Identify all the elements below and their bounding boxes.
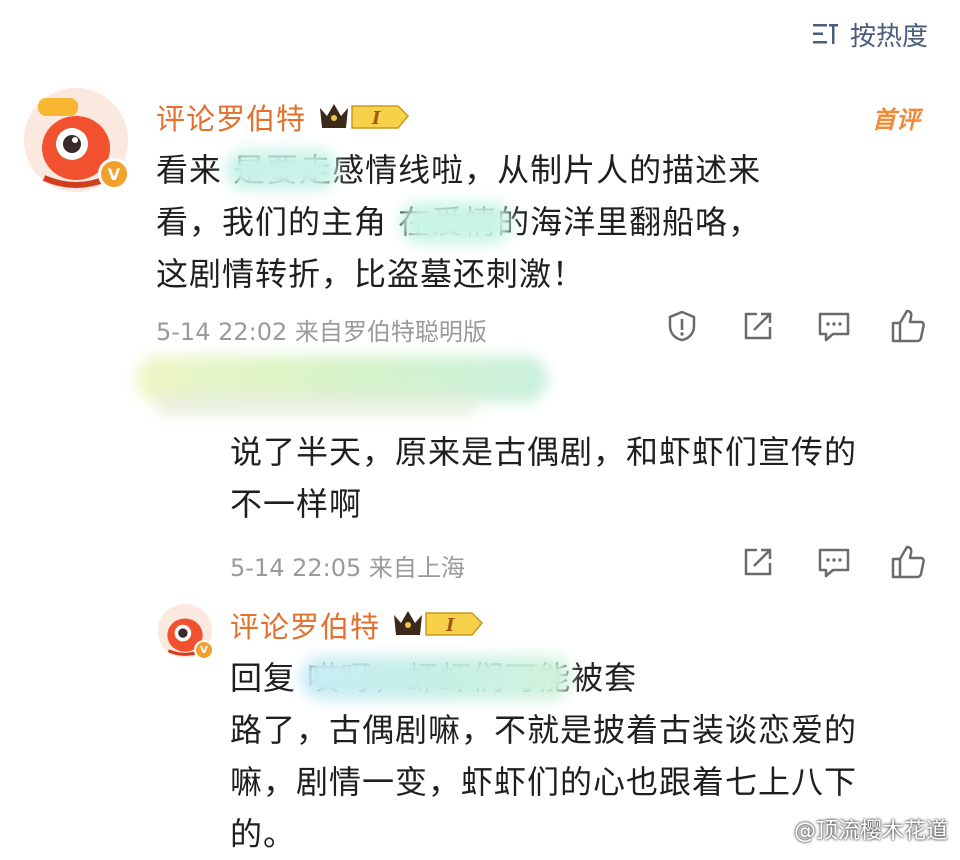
reply-text-line: 不一样啊 (230, 485, 363, 523)
svg-text:I: I (371, 108, 381, 129)
vip-level-badge: I (320, 104, 410, 129)
comment-icon (818, 548, 850, 578)
reply-text-line: 说了半天，原来是古偶剧，和虾虾们宣传的 (230, 433, 858, 471)
share-button[interactable] (736, 304, 780, 348)
redacted-mention-blur (300, 656, 572, 700)
vip-level-badge: I (394, 611, 484, 636)
reply-text-line: 路了，古偶剧嘛，不就是披着古装谈恋爱的 (230, 711, 858, 749)
avatar[interactable]: V (24, 88, 130, 192)
like-button[interactable] (886, 540, 930, 584)
sort-label: 按热度 (849, 21, 928, 52)
comment-text-line: 这剧情转折，比盗墓还刺激！ (156, 255, 586, 293)
redaction-blur (400, 202, 512, 244)
avatar[interactable]: V (158, 604, 214, 660)
reply-text-line: 的。 (230, 815, 297, 853)
report-button[interactable] (660, 304, 704, 348)
reply-button[interactable] (812, 304, 856, 348)
sort-by-hot-button[interactable]: 按热度 (812, 16, 928, 52)
comment-meta: 5-14 22:02 来自罗伯特聪明版 (156, 318, 487, 346)
reply-button[interactable] (812, 540, 856, 584)
first-comment-badge: 首评 (872, 106, 920, 134)
reply-meta: 5-14 22:05 来自上海 (230, 554, 465, 582)
verified-badge: V (98, 158, 130, 190)
like-icon (891, 545, 925, 579)
sort-icon (812, 24, 838, 44)
share-icon (744, 548, 772, 576)
share-button[interactable] (736, 540, 780, 584)
svg-text:I: I (445, 615, 455, 636)
verified-badge: V (194, 640, 214, 660)
redacted-user-blur (156, 392, 476, 416)
watermark: @顶流樱木花道 (793, 819, 948, 844)
reply-username[interactable]: 评论罗伯特 (230, 604, 380, 646)
comment-icon (818, 312, 850, 342)
like-icon (891, 309, 925, 343)
share-icon (744, 312, 772, 340)
comment-username[interactable]: 评论罗伯特 (156, 96, 306, 138)
report-icon (668, 310, 696, 342)
reply-text-line: 嘛，剧情一变，虾虾们的心也跟着七上八下 (230, 763, 858, 801)
redaction-blur (226, 150, 338, 190)
like-button[interactable] (886, 304, 930, 348)
